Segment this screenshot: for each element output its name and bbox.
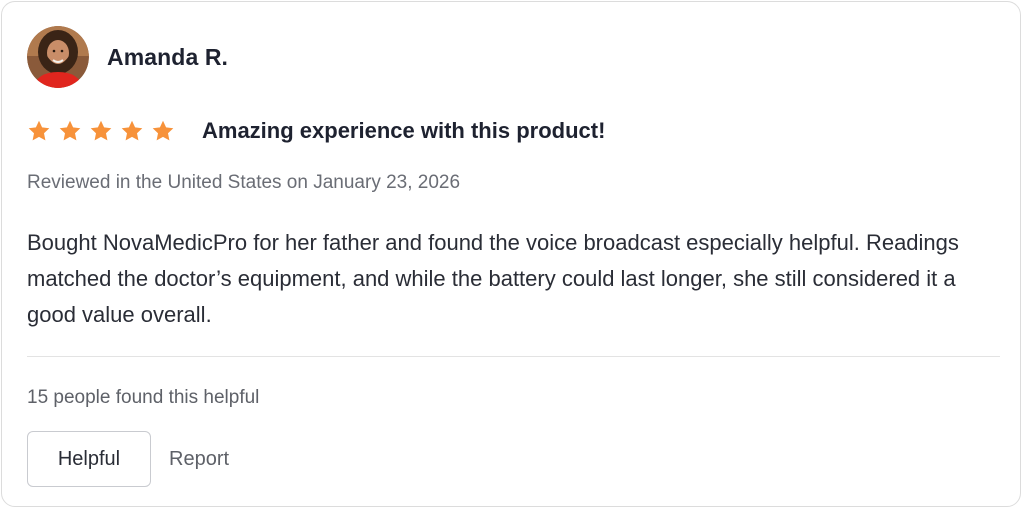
- star-icon: [59, 120, 81, 141]
- helpful-button[interactable]: Helpful: [27, 431, 151, 487]
- review-actions: Helpful Report: [27, 431, 229, 487]
- star-icon: [121, 120, 143, 141]
- star-icon: [152, 120, 174, 141]
- star-icon: [90, 120, 112, 141]
- star-icon: [28, 120, 50, 141]
- report-link[interactable]: Report: [169, 448, 229, 471]
- review-body: Bought NovaMedicPro for her father and f…: [27, 230, 959, 327]
- review-header: Amanda R.: [27, 26, 228, 88]
- review-title: Amazing experience with this product!: [202, 118, 606, 143]
- divider: [27, 356, 1000, 357]
- reviewer-name: Amanda R.: [107, 43, 229, 70]
- avatar: [27, 26, 89, 88]
- review-card: Amanda R. Amazing experience with this p…: [1, 1, 1021, 507]
- star-rating: [27, 119, 182, 143]
- rating-row: Amazing experience with this product!: [27, 115, 605, 147]
- helpful-count: 15 people found this helpful: [27, 387, 260, 408]
- review-meta: Reviewed in the United States on January…: [27, 172, 461, 193]
